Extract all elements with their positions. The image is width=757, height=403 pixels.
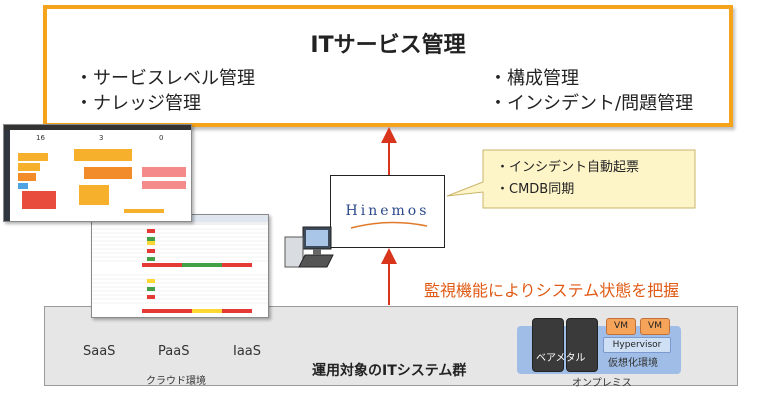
count-2: 3 [99, 134, 103, 142]
callout-item-cmdb: ・CMDB同期 [496, 182, 575, 197]
cloud-iaas-label: IaaS [233, 344, 262, 359]
dashboard-screenshot: 16 3 0 [3, 124, 192, 222]
count-3: 0 [159, 134, 163, 142]
systems-label: 運用対象のITシステム群 [312, 363, 467, 379]
virtual-env-label: 仮想化環境 [608, 358, 658, 369]
computer-icon [284, 226, 334, 268]
table-screenshot-content [92, 215, 268, 313]
onprem-label: オンプレミス [572, 378, 632, 389]
callout-text: ・インシデント自動起票 ・CMDB同期 [496, 156, 639, 197]
callout-item-incident: ・インシデント自動起票 [496, 160, 640, 175]
cloud-saas-label: SaaS [83, 344, 116, 359]
cloud-group-label: クラウド環境 [146, 376, 206, 387]
dashboard-content: 16 3 0 [4, 125, 191, 221]
hypervisor: Hypervisor [603, 337, 671, 353]
hinemos-table-screenshot [91, 214, 269, 318]
hinemos-box: Hinemos [330, 175, 445, 248]
cloud-paas-label: PaaS [158, 344, 190, 359]
hinemos-swoosh [350, 221, 428, 229]
vm-2: VM [640, 318, 670, 335]
vm-1: VM [606, 318, 636, 335]
monitoring-text: 監視機能によりシステム状態を把握 [424, 281, 680, 300]
baremetal-label: ベアメタル [536, 353, 586, 364]
hinemos-logo: Hinemos [345, 203, 430, 219]
count-1: 16 [36, 134, 45, 142]
